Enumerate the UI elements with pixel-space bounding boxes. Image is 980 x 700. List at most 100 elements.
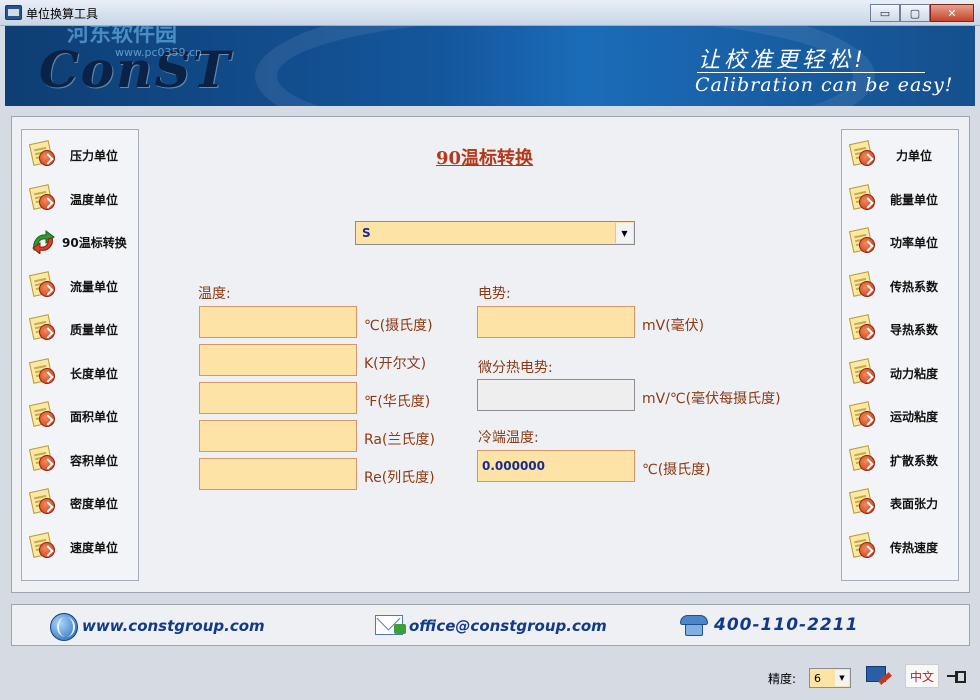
nav-item-power[interactable]: 功率单位 <box>842 225 960 259</box>
nav-item-area[interactable]: 面积单位 <box>22 399 140 433</box>
document-arrow-icon <box>27 314 57 342</box>
nav-item-length[interactable]: 长度单位 <box>22 356 140 390</box>
nav-item-temperature[interactable]: 温度单位 <box>22 182 140 216</box>
close-button[interactable]: ✕ <box>930 4 974 22</box>
nav-label: 面积单位 <box>70 410 119 424</box>
maximize-button[interactable]: ▢ <box>900 4 930 22</box>
slogan-divider <box>697 72 925 73</box>
precision-label: 精度: <box>768 672 797 686</box>
nav-item-dynamic-viscosity[interactable]: 动力粘度 <box>842 356 960 390</box>
nav-label: 90温标转换 <box>62 236 127 250</box>
emf-unit: mV(毫伏) <box>642 318 705 334</box>
document-arrow-icon <box>847 184 877 212</box>
title-bar: 单位换算工具 ▭ ▢ ✕ <box>0 0 980 26</box>
minimize-button[interactable]: ▭ <box>870 4 900 22</box>
document-arrow-icon <box>847 532 877 560</box>
app-icon <box>5 5 22 20</box>
nav-item-force[interactable]: 力单位 <box>842 138 960 172</box>
document-arrow-icon <box>847 488 877 516</box>
document-arrow-icon <box>27 488 57 516</box>
nav-item-speed[interactable]: 速度单位 <box>22 530 140 564</box>
nav-item-heat-transfer-rate[interactable]: 传热速度 <box>842 530 960 564</box>
nav-item-kinematic-viscosity[interactable]: 运动粘度 <box>842 399 960 433</box>
registered-mark-icon <box>176 72 185 81</box>
language-button[interactable]: 中文 <box>905 664 939 688</box>
cold-junction-label: 冷端温度: <box>478 430 539 446</box>
document-arrow-icon <box>847 445 877 473</box>
reaumur-input[interactable] <box>199 458 357 490</box>
contact-footer: www.constgroup.com office@constgroup.com… <box>11 604 970 646</box>
kelvin-unit: K(开尔文) <box>364 356 427 372</box>
nav-item-pressure[interactable]: 压力单位 <box>22 138 140 172</box>
document-arrow-icon <box>27 184 57 212</box>
nav-label: 能量单位 <box>890 193 939 207</box>
nav-label: 表面张力 <box>890 497 939 511</box>
document-arrow-icon <box>27 532 57 560</box>
emf-input[interactable] <box>477 306 635 338</box>
nav-item-heat-transfer-coefficient[interactable]: 传热系数 <box>842 269 960 303</box>
kelvin-input[interactable] <box>199 344 357 376</box>
diff-emf-unit: mV/℃(毫伏每摄氏度) <box>642 391 781 407</box>
nav-label: 导热系数 <box>890 323 939 337</box>
nav-label: 传热系数 <box>890 280 939 294</box>
cold-junction-input[interactable]: 0.000000 <box>477 450 635 482</box>
chevron-down-icon[interactable]: ▼ <box>835 670 849 686</box>
celsius-input[interactable] <box>199 306 357 338</box>
fahrenheit-input[interactable] <box>199 382 357 414</box>
globe-icon <box>50 613 78 641</box>
rankine-input[interactable] <box>199 420 357 452</box>
nav-item-mass[interactable]: 质量单位 <box>22 312 140 346</box>
celsius-unit: ℃(摄氏度) <box>364 318 433 334</box>
nav-item-its90[interactable]: 90温标转换 <box>22 225 140 259</box>
precision-select[interactable]: 6 ▼ <box>809 668 851 688</box>
precision-value: 6 <box>814 672 821 685</box>
nav-label: 速度单位 <box>70 541 119 555</box>
document-arrow-icon <box>847 401 877 429</box>
diff-emf-label: 微分热电势: <box>478 360 553 376</box>
email-link[interactable]: office@constgroup.com <box>409 617 607 635</box>
document-arrow-icon <box>27 401 57 429</box>
nav-label: 长度单位 <box>70 367 119 381</box>
phone-icon <box>680 615 708 637</box>
panel-title: 90温标转换 <box>436 148 534 169</box>
rankine-unit: Ra(兰氏度) <box>364 432 435 448</box>
phone-number: 400-110-2211 <box>714 615 859 635</box>
nav-item-diffusion-coefficient[interactable]: 扩散系数 <box>842 443 960 477</box>
document-arrow-icon <box>847 140 877 168</box>
nav-label: 温度单位 <box>70 193 119 207</box>
mail-icon <box>375 615 406 635</box>
watermark-url: www.pc0359.cn <box>115 46 203 59</box>
slogan-english: Calibration can be easy! <box>695 74 954 96</box>
document-arrow-icon <box>847 358 877 386</box>
nav-label: 容积单位 <box>70 454 119 468</box>
nav-label: 流量单位 <box>70 280 119 294</box>
document-arrow-icon <box>847 314 877 342</box>
nav-label: 运动粘度 <box>890 410 939 424</box>
tools-icon[interactable] <box>864 664 892 690</box>
left-nav: 压力单位 温度单位 90温标转换 流量单位 质量单位 长度单位 面积单位 容积单… <box>21 129 139 581</box>
pin-icon[interactable] <box>947 670 966 683</box>
nav-item-flow[interactable]: 流量单位 <box>22 269 140 303</box>
nav-item-density[interactable]: 密度单位 <box>22 486 140 520</box>
nav-label: 压力单位 <box>70 149 119 163</box>
diff-emf-output <box>477 379 635 411</box>
nav-item-energy[interactable]: 能量单位 <box>842 182 960 216</box>
document-arrow-icon <box>847 271 877 299</box>
document-arrow-icon <box>847 227 877 255</box>
nav-label: 传热速度 <box>890 541 939 555</box>
main-panel: 压力单位 温度单位 90温标转换 流量单位 质量单位 长度单位 面积单位 容积单… <box>11 116 970 593</box>
fahrenheit-unit: ℉(华氏度) <box>364 394 431 410</box>
temperature-label: 温度: <box>198 286 231 302</box>
nav-item-volume[interactable]: 容积单位 <box>22 443 140 477</box>
watermark-text: 河东软件园 <box>67 26 178 47</box>
thermocouple-type-select[interactable]: S ▼ <box>355 221 635 245</box>
nav-label: 扩散系数 <box>890 454 939 468</box>
chevron-down-icon[interactable]: ▼ <box>615 223 633 243</box>
nav-item-surface-tension[interactable]: 表面张力 <box>842 486 960 520</box>
emf-label: 电势: <box>478 286 511 302</box>
window-controls: ▭ ▢ ✕ <box>870 4 974 22</box>
website-link[interactable]: www.constgroup.com <box>82 617 265 635</box>
nav-item-thermal-conductivity[interactable]: 导热系数 <box>842 312 960 346</box>
nav-label: 力单位 <box>896 149 933 163</box>
nav-label: 功率单位 <box>890 236 939 250</box>
